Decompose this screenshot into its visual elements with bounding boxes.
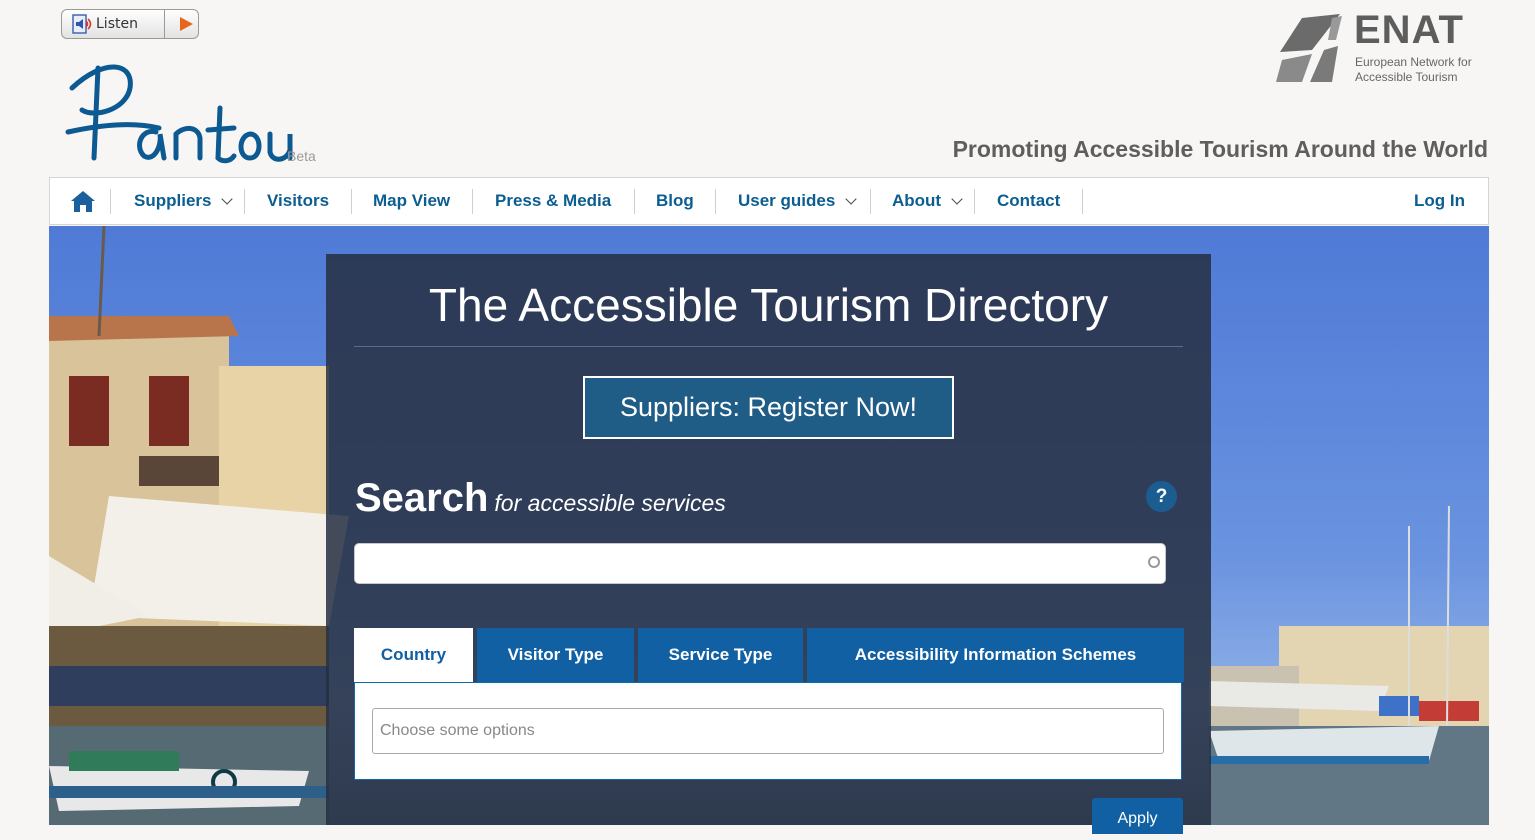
nav-item-blog[interactable]: Blog bbox=[656, 178, 694, 224]
tagline: Promoting Accessible Tourism Around the … bbox=[952, 136, 1488, 162]
nav-item-label: User guides bbox=[738, 191, 836, 210]
beta-badge: Beta bbox=[287, 148, 316, 164]
search-subtitle: for accessible services bbox=[494, 490, 726, 516]
chevron-down-icon bbox=[845, 193, 857, 205]
enat-subtitle: European Network for Accessible Tourism bbox=[1355, 55, 1472, 85]
nav-item-about[interactable]: About bbox=[892, 178, 963, 224]
login-link[interactable]: Log In bbox=[1414, 178, 1465, 224]
nav-divider bbox=[110, 189, 111, 214]
tab-accessibility-schemes[interactable]: Accessibility Information Schemes bbox=[807, 628, 1184, 682]
nav-item-label: About bbox=[892, 191, 942, 210]
register-button[interactable]: Suppliers: Register Now! bbox=[583, 376, 954, 439]
search-heading: Search for accessible services bbox=[355, 476, 726, 521]
divider bbox=[354, 346, 1183, 347]
nav-item-user-guides[interactable]: User guides bbox=[738, 178, 857, 224]
help-icon[interactable]: ? bbox=[1146, 481, 1177, 512]
nav-divider bbox=[715, 189, 716, 214]
nav-divider bbox=[974, 189, 975, 214]
nav-divider bbox=[870, 189, 871, 214]
tab-content: Choose some options bbox=[354, 682, 1182, 780]
listen-button[interactable]: Listen bbox=[61, 9, 199, 39]
nav-divider bbox=[351, 189, 352, 214]
nav-divider bbox=[472, 189, 473, 214]
chevron-down-icon bbox=[221, 193, 234, 205]
pantou-logo[interactable] bbox=[64, 58, 324, 168]
tab-service-type[interactable]: Service Type bbox=[638, 628, 803, 682]
enat-subtitle-line2: Accessible Tourism bbox=[1355, 70, 1458, 84]
nav-item-press-media[interactable]: Press & Media bbox=[495, 178, 611, 224]
nav-divider bbox=[244, 189, 245, 214]
nav-item-visitors[interactable]: Visitors bbox=[267, 178, 329, 224]
nav-divider bbox=[634, 189, 635, 214]
enat-subtitle-line1: European Network for bbox=[1355, 55, 1472, 69]
apply-button[interactable]: Apply bbox=[1092, 798, 1183, 834]
nav-divider bbox=[1082, 189, 1083, 214]
options-select[interactable]: Choose some options bbox=[372, 708, 1164, 754]
home-icon[interactable] bbox=[70, 189, 96, 213]
nav-item-contact[interactable]: Contact bbox=[997, 178, 1060, 224]
tab-country[interactable]: Country bbox=[354, 628, 473, 682]
nav-item-suppliers[interactable]: Suppliers bbox=[134, 178, 234, 224]
enat-title: ENAT bbox=[1354, 8, 1464, 52]
listen-divider bbox=[164, 10, 165, 38]
tab-visitor-type[interactable]: Visitor Type bbox=[477, 628, 634, 682]
nav-item-label: Suppliers bbox=[134, 191, 212, 210]
play-icon[interactable] bbox=[177, 15, 195, 33]
nav-item-map-view[interactable]: Map View bbox=[373, 178, 450, 224]
search-title: Search bbox=[355, 476, 489, 520]
chevron-down-icon bbox=[951, 193, 963, 205]
search-input[interactable] bbox=[354, 543, 1166, 584]
main-nav: Suppliers Visitors Map View Press & Medi… bbox=[49, 177, 1489, 225]
speaker-icon bbox=[72, 14, 92, 34]
loading-indicator-icon bbox=[1148, 556, 1160, 568]
listen-label: Listen bbox=[96, 16, 138, 32]
page-title: The Accessible Tourism Directory bbox=[428, 279, 1109, 331]
search-panel: The Accessible Tourism Directory Supplie… bbox=[326, 254, 1211, 834]
